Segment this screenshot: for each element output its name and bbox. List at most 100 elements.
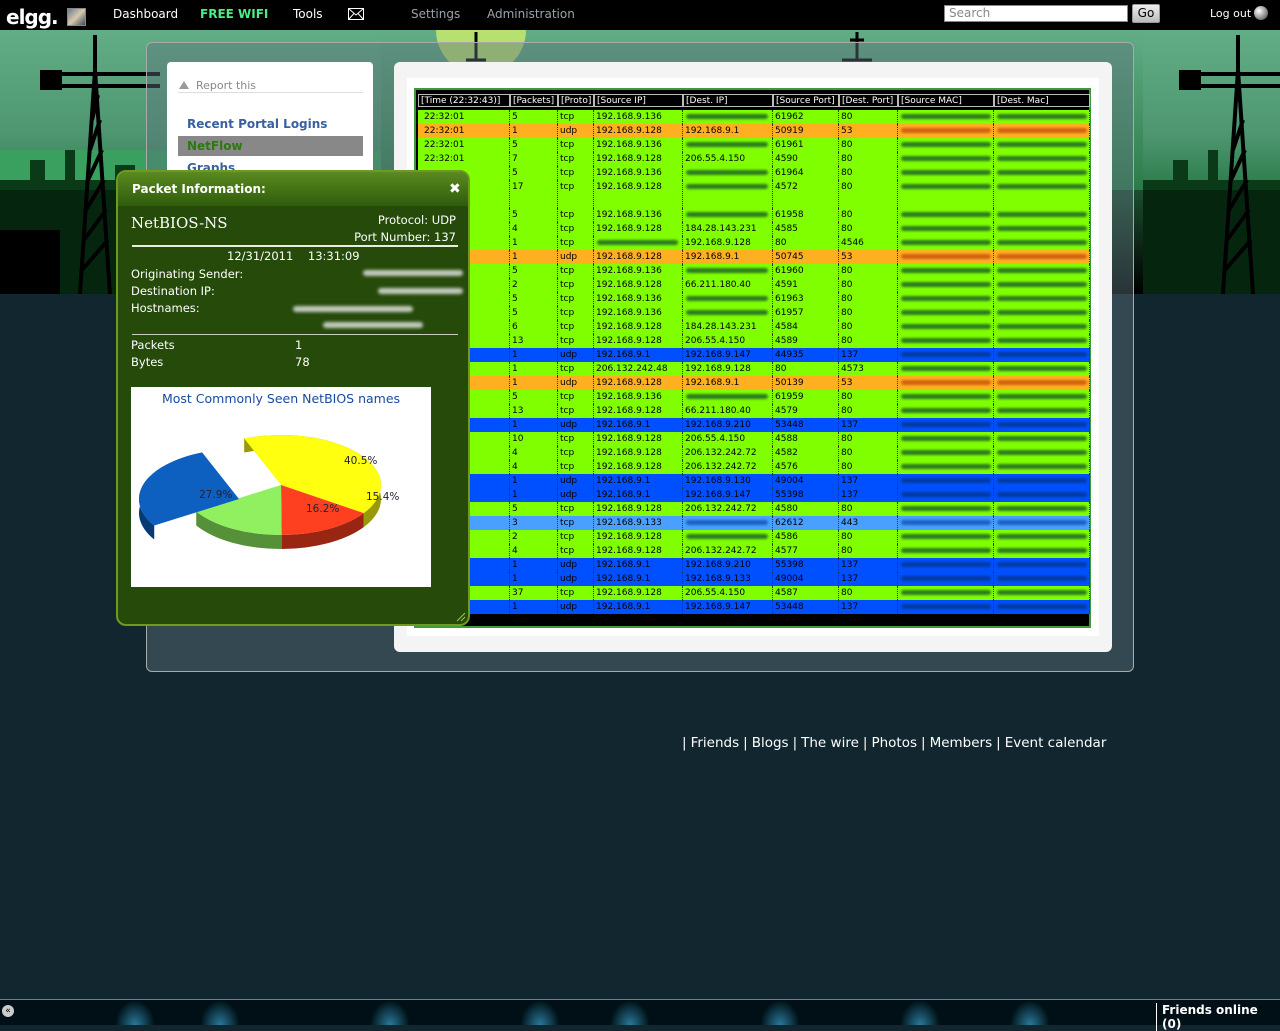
- table-cell: tcp: [558, 320, 594, 334]
- footer-link[interactable]: Blogs: [752, 735, 789, 751]
- table-row[interactable]: 13 tcp 192.168.9.128 66.211.180.40 4579 80: [418, 404, 1090, 418]
- nav-administration[interactable]: Administration: [487, 7, 575, 21]
- dialog-titlebar[interactable]: Packet Information: ✖: [118, 172, 468, 207]
- table-cell: 192.168.9.128: [594, 376, 683, 390]
- table-cell: 80: [839, 292, 898, 306]
- close-icon[interactable]: ✖: [449, 181, 461, 197]
- table-row[interactable]: 5 tcp 192.168.9.136 61963 80: [418, 292, 1090, 306]
- user-avatar[interactable]: [67, 8, 86, 26]
- table-row[interactable]: 1 udp 192.168.9.1 192.168.9.147 44935 137: [418, 348, 1090, 362]
- footer-link[interactable]: The wire: [801, 735, 859, 751]
- mail-icon[interactable]: [348, 8, 364, 20]
- collapse-icon[interactable]: «: [2, 1005, 14, 1017]
- column-header[interactable]: [Packets]: [510, 94, 558, 107]
- table-row[interactable]: 1 udp 192.168.9.1 192.168.9.130 49004 137: [418, 474, 1090, 488]
- table-cell: 4: [510, 222, 558, 236]
- nav-free-wifi[interactable]: FREE WIFI: [200, 7, 268, 21]
- table-row[interactable]: 5 tcp 192.168.9.136 61958 80: [418, 208, 1090, 222]
- table-row[interactable]: 6 tcp 192.168.9.128 184.28.143.231 4584 80: [418, 320, 1090, 334]
- table-row[interactable]: 1 udp 192.168.9.1 192.168.9.210 55398 137: [418, 558, 1090, 572]
- nav-settings[interactable]: Settings: [411, 7, 460, 21]
- column-header[interactable]: [Dest. IP]: [683, 94, 773, 107]
- table-row[interactable]: 4 tcp 192.168.9.128 206.132.242.72 4576 80: [418, 460, 1090, 474]
- redacted-mac: [997, 212, 1087, 217]
- table-row[interactable]: 5 tcp 192.168.9.136 61957 80: [418, 306, 1090, 320]
- go-button[interactable]: Go: [1132, 4, 1160, 23]
- nav-tools[interactable]: Tools: [293, 7, 323, 21]
- table-cell: 206.55.4.150: [683, 432, 773, 446]
- report-this-link[interactable]: Report this: [196, 79, 256, 92]
- table-row[interactable]: 4 tcp 192.168.9.128 206.132.242.72 4582 80: [418, 446, 1090, 460]
- redacted-mac: [997, 520, 1087, 525]
- table-row[interactable]: 5 tcp 192.168.9.128 206.132.242.72 4580 80: [418, 502, 1090, 516]
- table-row[interactable]: 22:32:01 5 tcp 192.168.9.136 61962 80: [418, 110, 1090, 124]
- table-cell: 192.168.9.128: [594, 152, 683, 166]
- report-icon[interactable]: [178, 80, 190, 90]
- friends-online[interactable]: Friends online (0): [1156, 1003, 1280, 1031]
- table-row[interactable]: 1 tcp 206.132.242.48 192.168.9.128 80 4573: [418, 362, 1090, 376]
- elgg-logo[interactable]: elgg.: [6, 5, 59, 29]
- redacted-value: [686, 212, 768, 217]
- table-row[interactable]: 1 udp 192.168.9.1 192.168.9.210 53448 137: [418, 418, 1090, 432]
- sidebar-item-graphs[interactable]: Graphs: [178, 158, 363, 170]
- resize-handle-icon[interactable]: [456, 612, 466, 622]
- footer-link[interactable]: Friends: [691, 735, 740, 751]
- logout-link[interactable]: Log out: [1210, 7, 1251, 20]
- table-row[interactable]: 1 udp 192.168.9.128 192.168.9.1 50745 53: [418, 250, 1090, 264]
- table-cell: 4579: [773, 404, 839, 418]
- logout-icon[interactable]: [1254, 6, 1268, 20]
- table-row[interactable]: 22:32:01 5 tcp 192.168.9.136 61961 80: [418, 138, 1090, 152]
- table-row[interactable]: 17 tcp 192.168.9.128 4572 80: [418, 180, 1090, 208]
- table-cell: 80: [839, 110, 898, 124]
- table-cell: 5: [510, 138, 558, 152]
- table-row[interactable]: 13 tcp 192.168.9.128 206.55.4.150 4589 80: [418, 334, 1090, 348]
- search-input[interactable]: Search: [944, 5, 1128, 22]
- table-row[interactable]: 22:32:01 1 udp 192.168.9.128 192.168.9.1 5091…: [418, 124, 1090, 138]
- footer-link[interactable]: Event calendar: [1005, 735, 1107, 751]
- table-row[interactable]: 5 tcp 192.168.9.136 61959 80: [418, 390, 1090, 404]
- column-header[interactable]: [Source MAC]: [898, 94, 994, 107]
- table-row[interactable]: 1 udp 192.168.9.128 192.168.9.1 50139 53: [418, 376, 1090, 390]
- table-row[interactable]: 1 udp 192.168.9.1 192.168.9.147 55398 137: [418, 488, 1090, 502]
- sidebar-item-netflow[interactable]: NetFlow: [178, 136, 363, 156]
- table-row[interactable]: 3 tcp 192.168.9.133 62612 443: [418, 516, 1090, 530]
- table-row[interactable]: 2 tcp 192.168.9.128 66.211.180.40 4591 80: [418, 278, 1090, 292]
- table-row[interactable]: 22:32:01 7 tcp 192.168.9.128 206.55.4.150 459…: [418, 152, 1090, 166]
- table-row[interactable]: 37 tcp 192.168.9.128 206.55.4.150 4587 80: [418, 586, 1090, 600]
- table-row[interactable]: 4 tcp 192.168.9.128 184.28.143.231 4585 80: [418, 222, 1090, 236]
- table-row[interactable]: 5 tcp 192.168.9.136 61960 80: [418, 264, 1090, 278]
- column-header[interactable]: [Source IP]: [594, 94, 683, 107]
- table-cell: 53448: [773, 600, 839, 614]
- table-cell: 61962: [773, 110, 839, 124]
- hostname-value: [293, 306, 413, 312]
- sidebar-item-recent-portal-logins[interactable]: Recent Portal Logins: [178, 114, 363, 134]
- table-cell: 4582: [773, 446, 839, 460]
- redacted-mac: [901, 590, 991, 595]
- table-row[interactable]: 1 udp 192.168.9.1 192.168.9.133 49004 137: [418, 572, 1090, 586]
- table-row[interactable]: 5 tcp 192.168.9.136 61964 80: [418, 166, 1090, 180]
- column-header[interactable]: [Proto]: [558, 94, 594, 107]
- table-row[interactable]: 2 tcp 192.168.9.128 4586 80: [418, 530, 1090, 544]
- column-header[interactable]: [Dest. Port]: [839, 94, 898, 107]
- table-cell: 53: [839, 124, 898, 138]
- table-cell: 192.168.9.133: [594, 516, 683, 530]
- pie-svg: 40.5% 15.4% 16.2% 27.9%: [139, 435, 399, 549]
- table-row[interactable]: 1 udp 192.168.9.1 192.168.9.147 53448 137: [418, 600, 1090, 614]
- packet-info-dialog[interactable]: Packet Information: ✖ NetBIOS-NS Protoco…: [116, 170, 470, 626]
- table-cell: udp: [558, 488, 594, 502]
- redacted-mac: [997, 184, 1087, 189]
- table-row[interactable]: 10 tcp 192.168.9.128 206.55.4.150 4588 80: [418, 432, 1090, 446]
- column-header[interactable]: [Dest. Mac]: [994, 94, 1090, 107]
- column-header[interactable]: [Time (22:32:43)]: [418, 94, 510, 107]
- table-cell: 192.168.9.128: [594, 278, 683, 292]
- footer-link[interactable]: Members: [930, 735, 993, 751]
- table-row[interactable]: 1 tcp 192.168.9.128 80 4546: [418, 236, 1090, 250]
- table-row[interactable]: 4 tcp 192.168.9.128 206.132.242.72 4577 80: [418, 544, 1090, 558]
- column-header[interactable]: [Source Port]: [773, 94, 839, 107]
- nav-dashboard[interactable]: Dashboard: [113, 7, 178, 21]
- pie-slice-label: 27.9%: [199, 489, 232, 501]
- footer-link[interactable]: Photos: [871, 735, 917, 751]
- bottom-bar: [0, 999, 1280, 1025]
- table-cell: 49004: [773, 474, 839, 488]
- table-cell: 5: [510, 502, 558, 516]
